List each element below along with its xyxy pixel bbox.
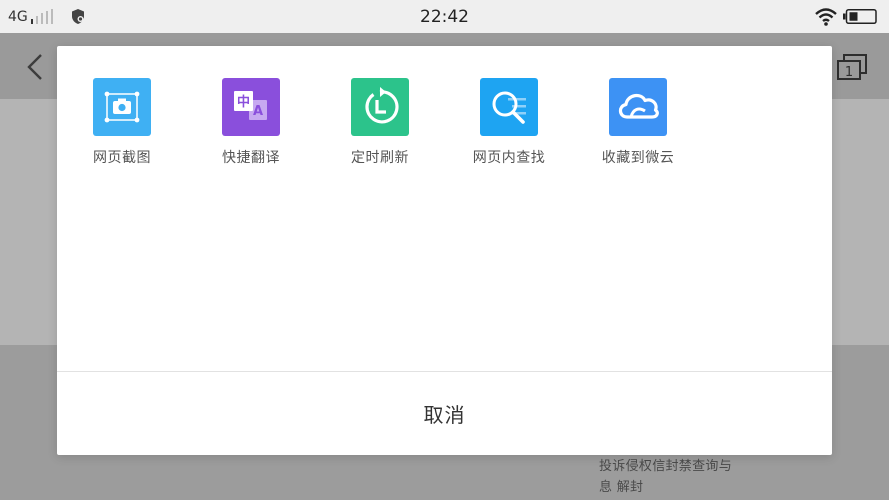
action-label: 网页内查找 xyxy=(472,150,546,166)
back-arrow-icon[interactable] xyxy=(24,53,46,81)
background-footer-text: 投诉侵权信封禁查询与息 解封 xyxy=(599,459,733,495)
action-label: 网页截图 xyxy=(93,150,151,166)
action-translate[interactable]: A 中 快捷翻译 xyxy=(186,78,316,167)
action-label: 收藏到微云 xyxy=(601,150,675,166)
tabs-icon[interactable]: 1 xyxy=(835,52,869,82)
tab-count: 1 xyxy=(845,65,853,80)
translate-glyph-cn: 中 xyxy=(237,94,250,110)
wifi-icon xyxy=(815,8,837,26)
action-label: 快捷翻译 xyxy=(222,150,280,166)
timer-refresh-icon xyxy=(351,78,409,136)
screenshot-icon xyxy=(93,78,151,136)
action-timed-refresh[interactable]: 定时刷新 xyxy=(315,78,445,167)
cancel-button[interactable]: 取消 xyxy=(57,372,832,455)
translate-glyph-en: A xyxy=(253,104,263,119)
action-screenshot[interactable]: 网页截图 xyxy=(57,78,187,167)
battery-icon xyxy=(843,9,877,24)
find-in-page-icon xyxy=(480,78,538,136)
status-bar: 4G 22:42 xyxy=(0,0,889,33)
cloud-icon xyxy=(609,78,667,136)
action-save-to-weiyun[interactable]: 收藏到微云 xyxy=(573,78,703,167)
translate-icon: A 中 xyxy=(222,78,280,136)
action-label: 定时刷新 xyxy=(351,150,409,166)
more-actions-dialog: 网页截图 A 中 快捷翻译 定时刷新 网页内查找 收藏到微云 取消 xyxy=(57,46,832,455)
clock: 22:42 xyxy=(420,7,469,27)
action-find-in-page[interactable]: 网页内查找 xyxy=(444,78,574,167)
